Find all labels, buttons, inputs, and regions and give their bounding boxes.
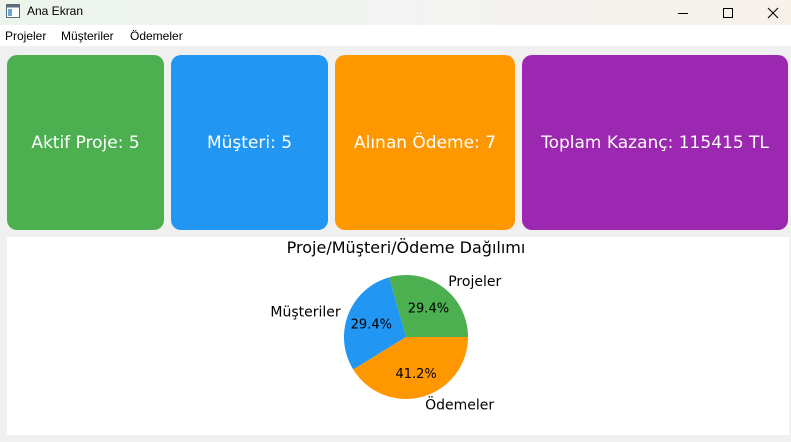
customers-label: Müşteri: 5 — [206, 132, 293, 153]
chart-title: Proje/Müşteri/Ödeme Dağılımı — [287, 238, 526, 257]
customers-card: Müşteri: 5 — [171, 55, 328, 230]
pie-percent-label-2: 29.4% — [351, 318, 392, 333]
maximize-icon — [723, 7, 733, 18]
pie-percent-label-1: 29.4% — [408, 301, 449, 316]
close-button[interactable] — [750, 0, 791, 25]
menu-projeler[interactable]: Projeler — [5, 29, 46, 43]
close-icon — [767, 7, 779, 18]
total-earnings-card: Toplam Kazanç: 115415 TL — [522, 55, 788, 230]
pie-percent-label-3: 41.2% — [395, 367, 436, 382]
distribution-pie-chart: Proje/Müşteri/Ödeme Dağılımı 29.4% Projel… — [270, 238, 526, 413]
payments-card: Alınan Ödeme: 7 — [335, 55, 515, 230]
chart-panel: Proje/Müşteri/Ödeme Dağılımı 29.4% Projel… — [7, 237, 789, 435]
menu-odemeler[interactable]: Ödemeler — [130, 29, 183, 43]
window-icon — [6, 4, 20, 18]
pie-category-label-2: Müşteriler — [270, 305, 340, 321]
pie-category-label-3: Ödemeler — [425, 395, 494, 413]
active-projects-label: Aktif Proje: 5 — [31, 132, 140, 153]
window-title: Ana Ekran — [27, 4, 84, 18]
total-earnings-label: Toplam Kazanç: 115415 TL — [541, 132, 769, 153]
minimize-icon — [678, 12, 688, 14]
payments-label: Alınan Ödeme: 7 — [353, 132, 497, 153]
maximize-button[interactable] — [705, 0, 751, 25]
active-projects-card: Aktif Proje: 5 — [7, 55, 164, 230]
pie-category-label-1: Projeler — [448, 274, 501, 290]
menu-musteriler[interactable]: Müşteriler — [61, 29, 114, 43]
title-bar: Ana Ekran — [0, 0, 791, 25]
minimize-button[interactable] — [660, 0, 706, 25]
menu-bar: Projeler Müşteriler Ödemeler — [0, 25, 791, 46]
